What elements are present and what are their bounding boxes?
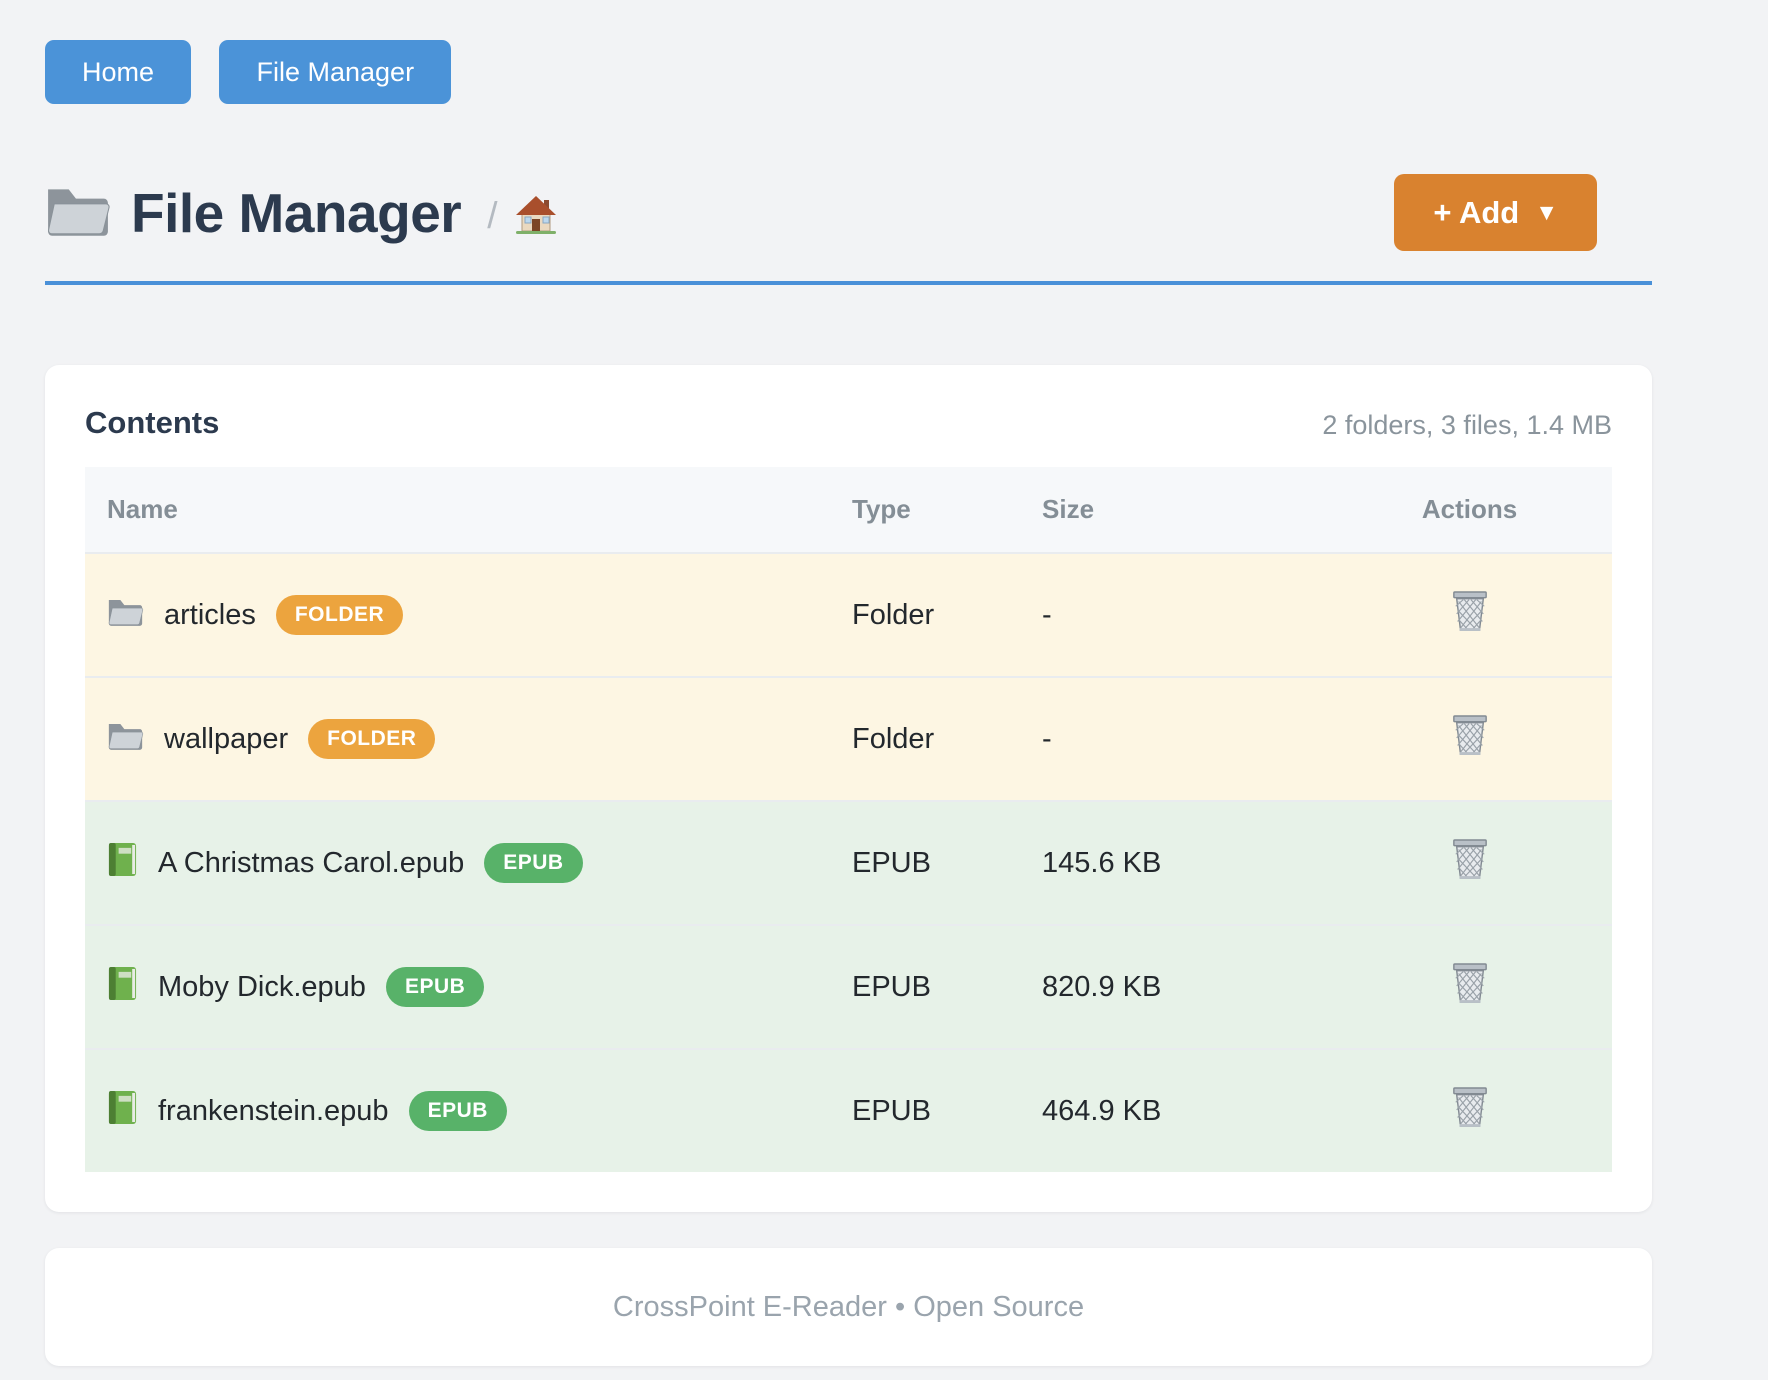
- type-badge: FOLDER: [308, 719, 435, 759]
- table-row: articles FOLDER Folder-: [85, 553, 1612, 677]
- name-cell: Moby Dick.epub EPUB: [85, 965, 852, 1010]
- name-cell: frankenstein.epub EPUB: [85, 1089, 852, 1134]
- folder-icon: [107, 720, 144, 759]
- footer: CrossPoint E-Reader • Open Source: [45, 1248, 1652, 1366]
- add-button[interactable]: + Add ▼: [1394, 174, 1597, 251]
- file-name-link[interactable]: A Christmas Carol.epub: [158, 847, 464, 880]
- type-badge: EPUB: [409, 1091, 507, 1131]
- top-nav: Home File Manager: [45, 40, 1652, 104]
- file-name-link[interactable]: Moby Dick.epub: [158, 971, 366, 1004]
- trash-icon: [1451, 992, 1489, 1007]
- page-header: File Manager / + Add ▼: [45, 174, 1652, 251]
- cell-actions: [1327, 677, 1612, 801]
- green-book-icon: [107, 841, 138, 886]
- file-name-link[interactable]: frankenstein.epub: [158, 1095, 389, 1128]
- cell-type: EPUB: [852, 801, 1042, 925]
- cell-actions: [1327, 1049, 1612, 1172]
- page-title: File Manager: [131, 181, 461, 245]
- table-row: A Christmas Carol.epubEPUBEPUB145.6 KB: [85, 801, 1612, 925]
- caret-down-icon: ▼: [1535, 199, 1558, 226]
- cell-type: Folder: [852, 677, 1042, 801]
- table-row: Moby Dick.epubEPUBEPUB820.9 KB: [85, 925, 1612, 1049]
- delete-button[interactable]: [1451, 1086, 1489, 1128]
- name-cell: A Christmas Carol.epub EPUB: [85, 841, 852, 886]
- cell-size: -: [1042, 553, 1327, 677]
- trash-icon: [1451, 620, 1489, 635]
- cell-size: 145.6 KB: [1042, 801, 1327, 925]
- contents-card-header: Contents 2 folders, 3 files, 1.4 MB: [85, 405, 1612, 441]
- cell-actions: [1327, 553, 1612, 677]
- column-header-size: Size: [1042, 467, 1327, 553]
- type-badge: EPUB: [386, 967, 484, 1007]
- type-badge: EPUB: [484, 843, 582, 883]
- name-cell: wallpaper FOLDER: [85, 719, 852, 759]
- cell-type: EPUB: [852, 925, 1042, 1049]
- delete-button[interactable]: [1451, 714, 1489, 756]
- folder-icon: [107, 596, 144, 635]
- cell-actions: [1327, 925, 1612, 1049]
- trash-icon: [1451, 744, 1489, 759]
- title-group: File Manager /: [45, 181, 558, 245]
- contents-card: Contents 2 folders, 3 files, 1.4 MB Name…: [45, 365, 1652, 1212]
- trash-icon: [1451, 1116, 1489, 1131]
- column-header-actions: Actions: [1327, 467, 1612, 553]
- cell-type: Folder: [852, 553, 1042, 677]
- cell-size: 464.9 KB: [1042, 1049, 1327, 1172]
- delete-button[interactable]: [1451, 590, 1489, 632]
- cell-size: -: [1042, 677, 1327, 801]
- file-manager-button[interactable]: File Manager: [219, 40, 451, 104]
- home-icon[interactable]: [514, 193, 558, 240]
- column-header-type: Type: [852, 467, 1042, 553]
- delete-button[interactable]: [1451, 838, 1489, 880]
- home-button[interactable]: Home: [45, 40, 191, 104]
- contents-summary: 2 folders, 3 files, 1.4 MB: [1322, 410, 1612, 441]
- column-header-name: Name: [85, 467, 852, 553]
- green-book-icon: [107, 965, 138, 1010]
- folder-name-link[interactable]: articles: [164, 599, 256, 632]
- files-table: Name Type Size Actions articles FOLDER Fol…: [85, 467, 1612, 1172]
- trash-icon: [1451, 868, 1489, 883]
- type-badge: FOLDER: [276, 595, 403, 635]
- green-book-icon: [107, 1089, 138, 1134]
- footer-text: CrossPoint E-Reader • Open Source: [613, 1291, 1084, 1324]
- cell-size: 820.9 KB: [1042, 925, 1327, 1049]
- main-container: Home File Manager File Manager /: [45, 0, 1652, 1366]
- files-table-header: Name Type Size Actions: [85, 467, 1612, 553]
- cell-actions: [1327, 801, 1612, 925]
- name-cell: articles FOLDER: [85, 595, 852, 635]
- contents-title: Contents: [85, 405, 219, 441]
- add-button-label: + Add: [1433, 195, 1519, 231]
- table-row: frankenstein.epubEPUBEPUB464.9 KB: [85, 1049, 1612, 1172]
- delete-button[interactable]: [1451, 962, 1489, 1004]
- table-row: wallpaper FOLDER Folder-: [85, 677, 1612, 801]
- folder-icon: [45, 182, 111, 243]
- breadcrumb-separator: /: [487, 195, 497, 237]
- divider: [45, 281, 1652, 285]
- cell-type: EPUB: [852, 1049, 1042, 1172]
- folder-name-link[interactable]: wallpaper: [164, 723, 288, 756]
- page: { "nav": { "buttons": [ { "label": "Home…: [0, 0, 1768, 1380]
